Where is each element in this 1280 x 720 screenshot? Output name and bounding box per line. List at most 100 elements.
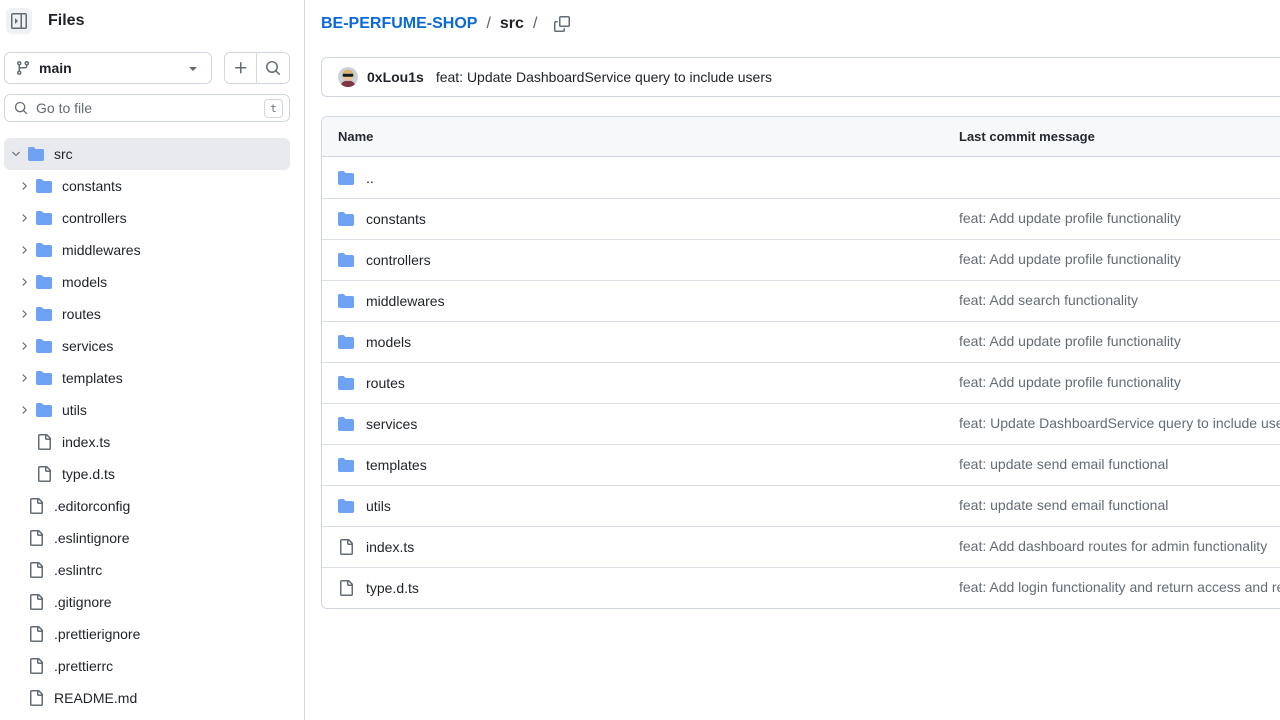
- twisty-spacer: [8, 530, 24, 546]
- commit-message-link[interactable]: feat: Add search functionality: [959, 292, 1138, 308]
- chevron-right-icon[interactable]: [16, 402, 32, 418]
- latest-commit-bar: 0xLou1s feat: Update DashboardService qu…: [321, 57, 1280, 97]
- file-link[interactable]: routes: [366, 375, 405, 391]
- file-link[interactable]: type.d.ts: [366, 580, 419, 596]
- tree-item-controllers[interactable]: controllers: [4, 202, 290, 234]
- folder-icon: [36, 370, 52, 386]
- tree-item-label: templates: [62, 370, 123, 386]
- avatar[interactable]: [338, 67, 358, 87]
- file-link[interactable]: middlewares: [366, 293, 445, 309]
- search-tree-button[interactable]: [257, 53, 289, 83]
- file-link[interactable]: services: [366, 416, 417, 432]
- copy-path-button[interactable]: [554, 16, 570, 32]
- cell-last-commit-message: feat: Add search functionality: [959, 292, 1280, 310]
- chevron-down-icon[interactable]: [8, 146, 24, 162]
- cell-last-commit-message: feat: Add update profile functionality: [959, 374, 1280, 392]
- twisty-spacer: [8, 626, 24, 642]
- file-link[interactable]: utils: [366, 498, 391, 514]
- tree-item-models[interactable]: models: [4, 266, 290, 298]
- tree-item-label: routes: [62, 306, 101, 322]
- file-link[interactable]: index.ts: [366, 539, 414, 555]
- commit-message-link[interactable]: feat: Add update profile functionality: [959, 333, 1181, 349]
- breadcrumb: BE-PERFUME-SHOP / src /: [321, 12, 1280, 36]
- file-link[interactable]: ..: [366, 170, 374, 186]
- file-link[interactable]: models: [366, 334, 411, 350]
- go-to-file-input[interactable]: Go to file t: [4, 94, 290, 122]
- commit-message-link[interactable]: feat: Add update profile functionality: [959, 210, 1181, 226]
- tree-item-label: src: [54, 146, 73, 162]
- commit-message-link[interactable]: feat: Add update profile functionality: [959, 374, 1181, 390]
- branch-selector[interactable]: main: [4, 52, 212, 84]
- tree-item-templates[interactable]: templates: [4, 362, 290, 394]
- table-row: controllers feat: Add update profile func…: [322, 239, 1280, 280]
- twisty-spacer: [8, 498, 24, 514]
- cell-last-commit-message: feat: Update DashboardService query to i…: [959, 415, 1280, 433]
- table-row: index.ts feat: Add dashboard routes for a…: [322, 526, 1280, 567]
- tree-item-label: constants: [62, 178, 122, 194]
- tree-item-type.d.ts[interactable]: type.d.ts: [4, 458, 290, 490]
- tree-item-.prettierrc[interactable]: .prettierrc: [4, 650, 290, 682]
- commit-message-link[interactable]: feat: Add login functionality and return…: [959, 579, 1280, 595]
- file-icon: [28, 562, 44, 578]
- file-icon: [338, 539, 354, 555]
- folder-icon: [36, 274, 52, 290]
- table-row: type.d.ts feat: Add login functionality a…: [322, 567, 1280, 608]
- tree-item-.eslintrc[interactable]: .eslintrc: [4, 554, 290, 586]
- tree-actions: [224, 52, 290, 84]
- file-icon: [28, 690, 44, 706]
- sidebar-title: Files: [48, 12, 84, 30]
- twisty-spacer: [8, 690, 24, 706]
- tree-item-.eslintignore[interactable]: .eslintignore: [4, 522, 290, 554]
- collapse-sidebar-button[interactable]: [6, 8, 32, 34]
- tree-item-label: .prettierignore: [54, 626, 140, 642]
- commit-message-link[interactable]: feat: update send email functional: [959, 497, 1168, 513]
- file-link[interactable]: controllers: [366, 252, 431, 268]
- tree-item-label: index.ts: [62, 434, 110, 450]
- commit-message-link[interactable]: feat: Update DashboardService query to i…: [959, 415, 1280, 431]
- tree-item-label: middlewares: [62, 242, 141, 258]
- tree-item-README.md[interactable]: README.md: [4, 682, 290, 714]
- tree-item-label: README.md: [54, 690, 137, 706]
- cell-last-commit-message: feat: update send email functional: [959, 497, 1280, 515]
- folder-icon: [338, 293, 354, 309]
- commit-message-link[interactable]: feat: Add update profile functionality: [959, 251, 1181, 267]
- tree-item-index.ts[interactable]: index.ts: [4, 426, 290, 458]
- chevron-right-icon[interactable]: [16, 178, 32, 194]
- chevron-right-icon[interactable]: [16, 242, 32, 258]
- cell-name: controllers: [322, 252, 959, 268]
- file-icon: [28, 626, 44, 642]
- tree-item-utils[interactable]: utils: [4, 394, 290, 426]
- tree-item-routes[interactable]: routes: [4, 298, 290, 330]
- tree-item-label: .prettierrc: [54, 658, 113, 674]
- file-link[interactable]: templates: [366, 457, 427, 473]
- file-icon: [28, 658, 44, 674]
- chevron-right-icon[interactable]: [16, 338, 32, 354]
- tree-item-.gitignore[interactable]: .gitignore: [4, 586, 290, 618]
- commit-message[interactable]: feat: Update DashboardService query to i…: [436, 69, 772, 85]
- tree-item-label: services: [62, 338, 113, 354]
- commit-message-link[interactable]: feat: Add dashboard routes for admin fun…: [959, 538, 1267, 554]
- tree-item-constants[interactable]: constants: [4, 170, 290, 202]
- folder-icon: [338, 252, 354, 268]
- commit-message-link[interactable]: feat: update send email functional: [959, 456, 1168, 472]
- cell-name: ..: [322, 170, 959, 186]
- file-link[interactable]: constants: [366, 211, 426, 227]
- chevron-right-icon[interactable]: [16, 274, 32, 290]
- commit-author[interactable]: 0xLou1s: [367, 69, 424, 85]
- chevron-right-icon[interactable]: [16, 306, 32, 322]
- tree-item-middlewares[interactable]: middlewares: [4, 234, 290, 266]
- tree-item-.editorconfig[interactable]: .editorconfig: [4, 490, 290, 522]
- tree-item-.prettierignore[interactable]: .prettierignore: [4, 618, 290, 650]
- breadcrumb-repo-link[interactable]: BE-PERFUME-SHOP: [321, 15, 477, 33]
- cell-last-commit-message: feat: Add update profile functionality: [959, 251, 1280, 269]
- tree-item-src[interactable]: src: [4, 138, 290, 170]
- tree-item-services[interactable]: services: [4, 330, 290, 362]
- cell-last-commit-message: feat: Add login functionality and return…: [959, 579, 1280, 597]
- chevron-right-icon[interactable]: [16, 210, 32, 226]
- add-file-button[interactable]: [225, 53, 257, 83]
- chevron-right-icon[interactable]: [16, 370, 32, 386]
- folder-icon: [36, 338, 52, 354]
- folder-icon: [338, 498, 354, 514]
- folder-icon: [338, 334, 354, 350]
- cell-last-commit-message: feat: update send email functional: [959, 456, 1280, 474]
